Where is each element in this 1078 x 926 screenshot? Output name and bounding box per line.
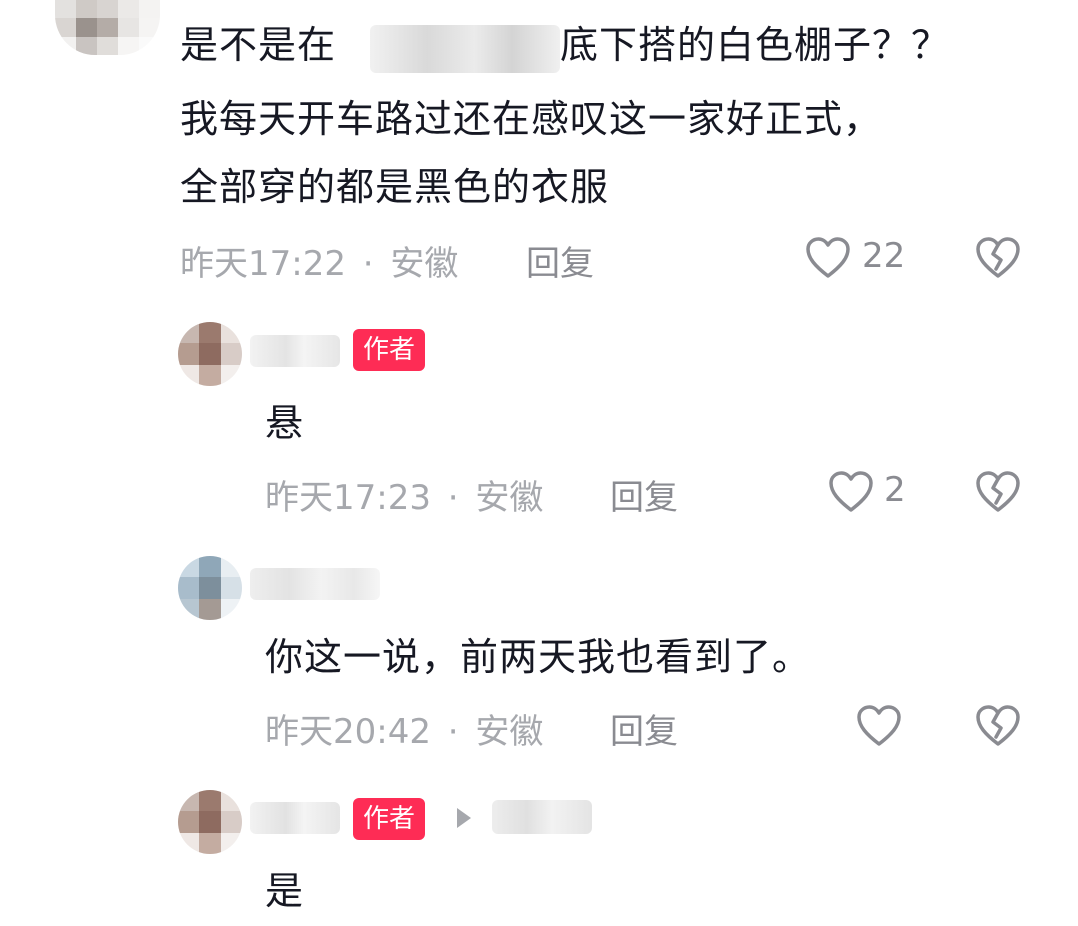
broken-heart-icon[interactable] [975,704,1021,748]
avatar[interactable] [178,322,242,386]
avatar[interactable] [178,556,242,620]
heart-outline-icon[interactable] [856,704,902,748]
avatar[interactable] [178,790,242,854]
reply-button[interactable]: 回复 [526,236,594,285]
redacted-text [370,25,560,73]
comment-time: 昨天17:22 [180,244,346,284]
author-badge: 作者 [353,329,426,371]
comment-text-line: 全部穿的都是黑色的衣服 [180,165,610,209]
like-count: 22 [862,236,906,276]
meta-separator: · [362,244,374,284]
reply-button[interactable]: 回复 [610,470,678,519]
comment-text: 悬 [265,401,305,445]
comment-meta: 昨天17:22 · 安徽 [180,236,458,285]
broken-heart-icon[interactable] [975,236,1021,280]
like-count: 2 [884,470,906,510]
broken-heart-icon[interactable] [975,470,1021,514]
heart-outline-icon[interactable] [828,470,874,514]
comment-text-line: 我每天开车路过还在感叹这一家好正式， [180,97,883,141]
meta-separator: · [447,712,459,752]
comment-text: 你这一说，前两天我也看到了。 [265,635,812,679]
replied-username[interactable] [492,800,592,834]
comment-text-line: 是不是在 [180,23,337,67]
comment-meta: 昨天20:42 · 安徽 [265,704,543,753]
author-badge: 作者 [353,798,426,840]
heart-outline-icon[interactable] [805,236,851,280]
comment-text-line: 底下搭的白色棚子？？ [560,23,951,67]
comment-location: 安徽 [475,712,544,752]
username[interactable] [250,335,340,367]
comment-location: 安徽 [390,244,459,284]
comment-text: 是 [265,869,305,913]
username[interactable] [250,568,380,600]
avatar[interactable] [55,0,160,55]
comment-time: 昨天17:23 [265,478,431,518]
username[interactable] [250,802,340,834]
comment-meta: 昨天17:23 · 安徽 [265,470,543,519]
play-arrow-icon [455,806,473,830]
reply-button[interactable]: 回复 [610,704,678,753]
meta-separator: · [447,478,459,518]
comment-location: 安徽 [475,478,544,518]
comment-time: 昨天20:42 [265,712,431,752]
